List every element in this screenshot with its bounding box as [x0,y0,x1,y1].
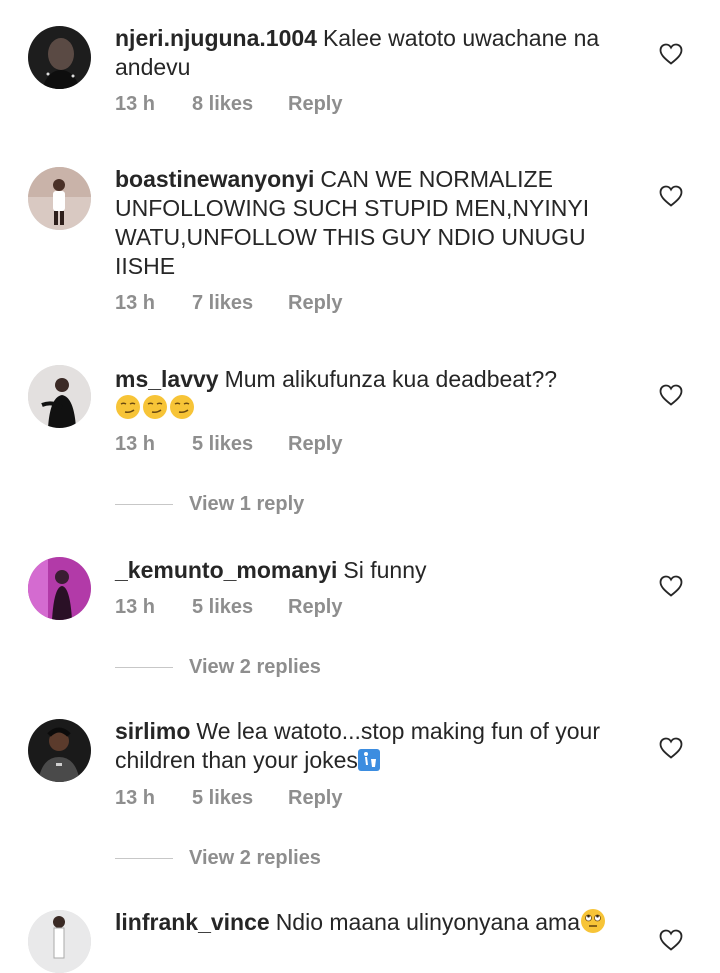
comment-likes[interactable]: 5 likes [192,787,288,810]
comment-meta: 13 h 5 likes Reply [115,596,342,619]
smirking-face-emoji [116,395,140,419]
comment-username[interactable]: boastinewanyonyi [115,166,314,192]
avatar[interactable] [28,26,91,89]
comment-text: sirlimo We lea watoto...stop making fun o… [115,717,635,775]
reply-button[interactable]: Reply [288,787,342,810]
like-heart-icon[interactable] [659,185,683,207]
avatar-image [28,365,91,428]
reply-button[interactable]: Reply [288,596,342,619]
comment-text: ms_lavvy Mum alikufunza kua deadbeat?? [115,365,635,423]
comment-meta: 13 h 5 likes Reply [115,433,342,456]
reply-button[interactable]: Reply [288,292,342,315]
avatar-image [28,910,91,973]
comment-time: 13 h [115,787,156,809]
comment-likes[interactable]: 7 likes [192,292,288,315]
view-replies-label: View 2 replies [189,656,321,678]
view-replies-label: View 2 replies [189,847,321,869]
comment-likes[interactable]: 5 likes [192,596,288,619]
comment-meta: 13 h 5 likes Reply [115,787,342,810]
comment-likes[interactable]: 5 likes [192,433,288,456]
put-litter-icon [357,749,380,771]
avatar[interactable] [28,167,91,230]
like-heart-icon[interactable] [659,575,683,597]
comment-time: 13 h [115,596,156,618]
smirking-face-emoji [170,395,194,419]
avatar[interactable] [28,719,91,782]
replies-divider [115,504,173,505]
comment-time: 13 h [115,93,156,115]
reply-button[interactable]: Reply [288,93,342,116]
replies-divider [115,667,173,668]
comment-body: Si funny [343,557,427,583]
smirking-face-emoji [143,395,167,419]
comment-username[interactable]: njeri.njuguna.1004 [115,25,317,51]
comment-username[interactable]: _kemunto_momanyi [115,557,337,583]
comment-text: boastinewanyonyi CAN WE NORMALIZE UNFOLLO… [115,165,615,281]
comment-meta: 13 h 7 likes Reply [115,292,342,315]
comment-body: Ndio maana ulinyonyana ama [275,909,580,935]
comment-username[interactable]: sirlimo [115,718,190,744]
replies-divider [115,858,173,859]
comment-time: 13 h [115,433,156,455]
like-heart-icon[interactable] [659,737,683,759]
avatar-image [28,167,91,230]
avatar[interactable] [28,910,91,973]
comment-text: _kemunto_momanyi Si funny [115,556,635,585]
comment-time: 13 h [115,292,156,314]
view-replies-button[interactable]: View 2 replies [115,847,321,870]
like-heart-icon[interactable] [659,43,683,65]
like-heart-icon[interactable] [659,929,683,951]
view-replies-button[interactable]: View 2 replies [115,656,321,679]
avatar-image [28,719,91,782]
like-heart-icon[interactable] [659,384,683,406]
emoji-line [115,395,196,421]
comment-meta: 13 h 8 likes Reply [115,93,342,116]
avatar-image [28,26,91,89]
eye-roll-emoji [581,909,605,933]
comment-likes[interactable]: 8 likes [192,93,288,116]
comment-text: njeri.njuguna.1004 Kalee watoto uwachane … [115,24,635,82]
comment-username[interactable]: linfrank_vince [115,909,270,935]
view-replies-button[interactable]: View 1 reply [115,493,304,516]
avatar-image [28,557,91,620]
avatar[interactable] [28,365,91,428]
comment-body: Mum alikufunza kua deadbeat?? [224,366,558,392]
view-replies-label: View 1 reply [189,493,305,515]
comment-text: linfrank_vince Ndio maana ulinyonyana ama [115,908,635,937]
reply-button[interactable]: Reply [288,433,342,456]
avatar[interactable] [28,557,91,620]
comment-username[interactable]: ms_lavvy [115,366,219,392]
